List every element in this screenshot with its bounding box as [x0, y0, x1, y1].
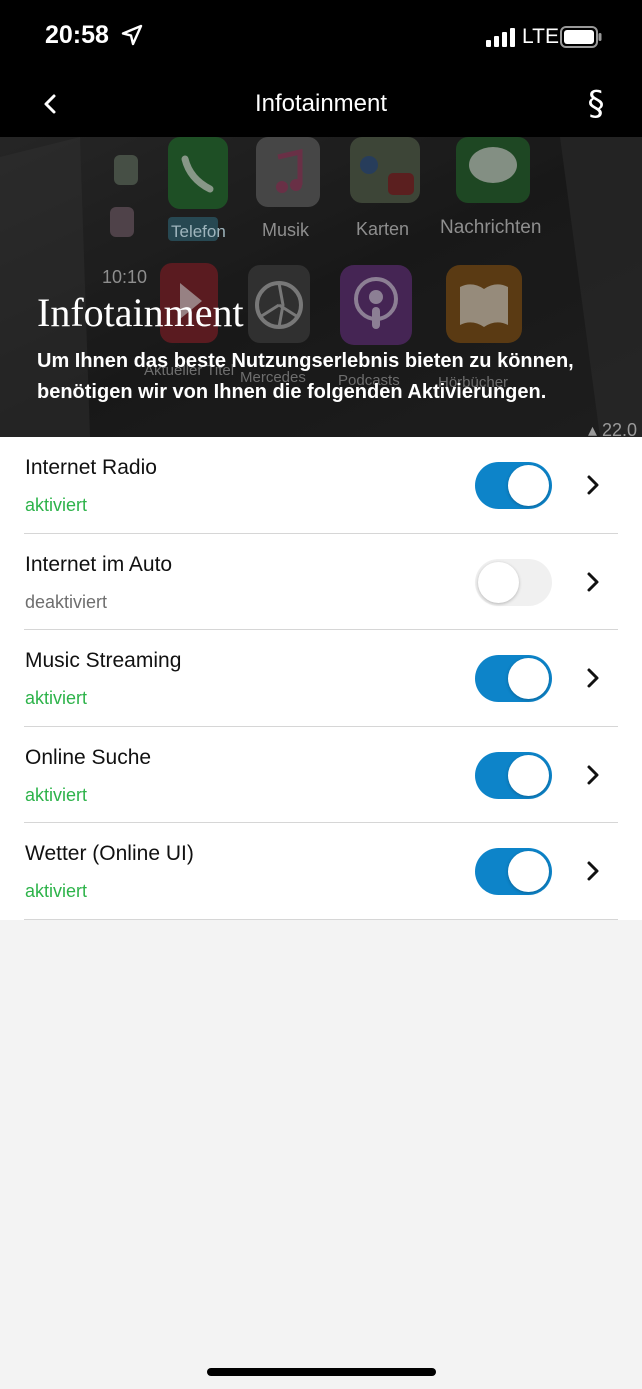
hero-title: Infotainment	[37, 290, 244, 335]
chevron-right-icon[interactable]	[582, 570, 604, 594]
chevron-right-icon[interactable]	[582, 666, 604, 690]
bg-label-musik: Musik	[262, 220, 310, 240]
chevron-right-icon[interactable]	[582, 763, 604, 787]
setting-status: aktiviert	[25, 688, 88, 708]
signal-bars-icon	[486, 28, 515, 47]
bg-label-nachrichten: Nachrichten	[440, 217, 541, 238]
setting-status: aktiviert	[25, 881, 88, 901]
battery-icon	[560, 26, 602, 48]
hero-description: Um Ihnen das beste Nutzungserlebnis biet…	[37, 350, 574, 403]
home-indicator[interactable]	[207, 1368, 436, 1376]
setting-title: Online Suche	[25, 745, 152, 769]
nav-bar: Infotainment §	[0, 72, 642, 137]
legal-button[interactable]: §	[578, 82, 614, 126]
setting-row-internet-im-auto[interactable]: Internet im Auto deaktiviert	[0, 534, 642, 630]
hero-banner: Telefon Musik Karten Nachrichten 10:10 A…	[0, 137, 642, 437]
setting-status: aktiviert	[25, 784, 88, 805]
setting-title: Wetter (Online UI)	[25, 842, 194, 865]
toggle-knob	[478, 561, 519, 603]
settings-list: Internet Radio aktiviert Internet im Aut…	[0, 437, 642, 920]
status-bar: 20:58 LTE	[0, 0, 642, 72]
bg-label-time: 10:10	[102, 267, 147, 287]
bg-label-karten: Karten	[356, 219, 409, 239]
row-divider	[24, 918, 618, 920]
setting-row-online-suche[interactable]: Online Suche aktiviert	[0, 727, 642, 823]
setting-row-internet-radio[interactable]: Internet Radio aktiviert	[0, 437, 642, 534]
setting-row-music-streaming[interactable]: Music Streaming aktiviert	[0, 630, 642, 727]
internet-im-auto-toggle[interactable]	[475, 558, 552, 606]
setting-row-wetter[interactable]: Wetter (Online UI) aktiviert	[0, 823, 642, 920]
wetter-toggle[interactable]	[475, 848, 552, 895]
bg-label-temperature: ▴ 22.0	[588, 420, 637, 437]
setting-status: aktiviert	[25, 495, 88, 515]
network-label: LTE	[522, 25, 559, 48]
chevron-right-icon[interactable]	[582, 859, 604, 883]
music-streaming-toggle[interactable]	[475, 655, 552, 702]
toggle-knob	[508, 465, 549, 506]
setting-status: deaktiviert	[25, 591, 108, 612]
bg-label-telefon: Telefon	[171, 222, 226, 241]
setting-title: Music Streaming	[25, 649, 182, 672]
internet-radio-toggle[interactable]	[475, 462, 552, 509]
toggle-knob	[508, 851, 549, 892]
setting-title: Internet Radio	[25, 456, 157, 479]
setting-title: Internet im Auto	[25, 552, 173, 576]
location-arrow-icon	[121, 24, 143, 46]
online-suche-toggle[interactable]	[475, 751, 552, 799]
toggle-knob	[508, 754, 549, 796]
status-time: 20:58	[45, 21, 109, 49]
chevron-right-icon[interactable]	[582, 473, 604, 497]
toggle-knob	[508, 658, 549, 699]
page-title: Infotainment	[254, 90, 388, 117]
